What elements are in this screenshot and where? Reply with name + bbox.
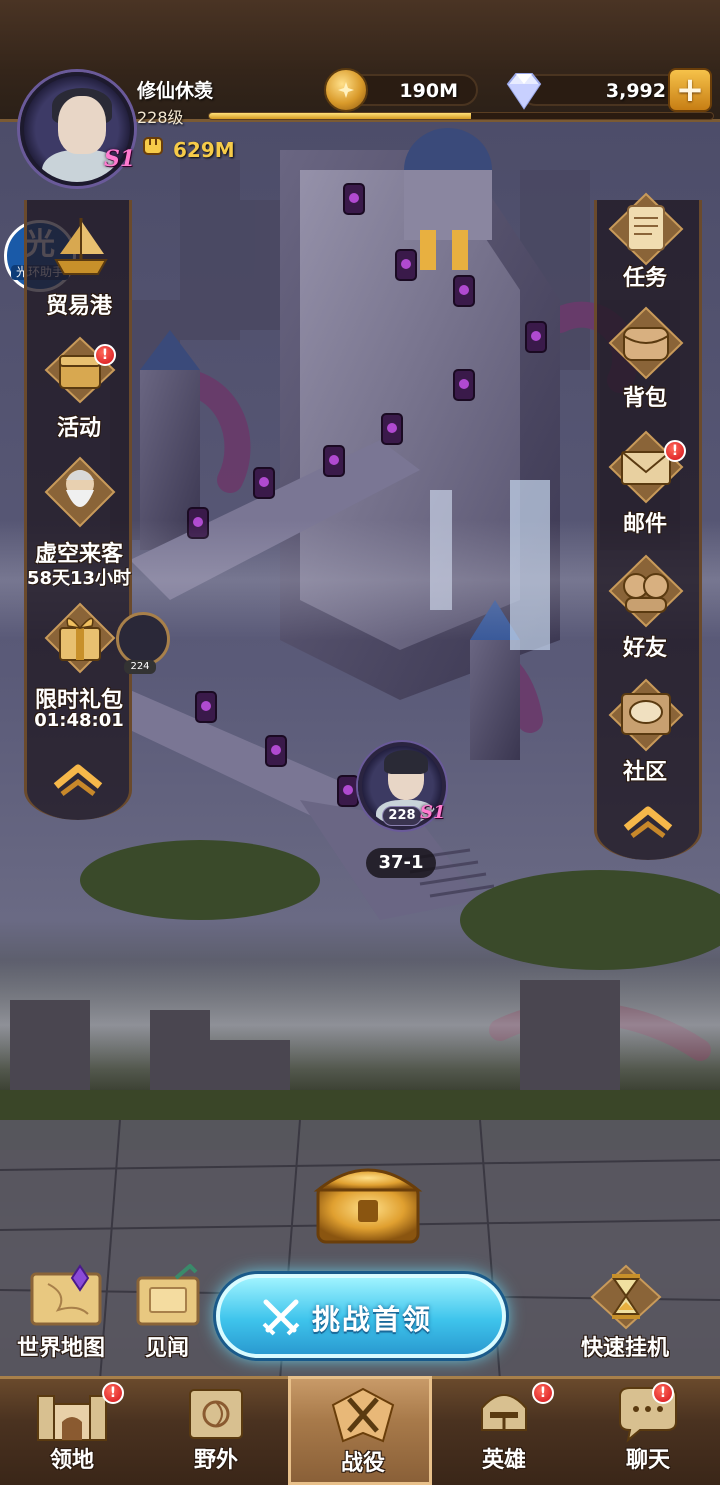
community-label: 社区	[622, 760, 667, 785]
friends-button[interactable]: 好友	[580, 554, 710, 662]
friends-label: 好友	[622, 636, 667, 661]
power-value: 629M	[173, 138, 235, 162]
nav-heroes-label: 英雄	[481, 1448, 526, 1473]
nav-heroes[interactable]: ! 英雄	[432, 1376, 576, 1485]
stage-label: 37-1	[366, 848, 436, 878]
map-scroll-icon	[189, 1389, 243, 1439]
gift-box-icon	[44, 602, 116, 674]
chat-bubble-icon	[608, 678, 684, 752]
nav-wilderness-label: 野外	[193, 1448, 238, 1473]
community-button[interactable]: 社区	[580, 678, 710, 786]
nav-chat[interactable]: ! 聊天	[576, 1376, 720, 1485]
server-badge: S1	[104, 146, 136, 172]
power-fist-icon	[143, 137, 163, 155]
friends-icon	[608, 554, 684, 628]
event-label: 活动	[56, 416, 101, 441]
world-map-icon	[30, 1264, 102, 1326]
speech-bubble-icon	[619, 1387, 677, 1443]
crossed-swords-icon	[331, 1387, 395, 1443]
nav-chat-label: 聊天	[625, 1448, 670, 1473]
quick-afk-label: 快速挂机	[580, 1336, 669, 1361]
diamond-icon	[506, 73, 542, 110]
portal-level: 224	[124, 660, 156, 674]
quests-label: 任务	[622, 266, 667, 291]
hourglass-icon	[590, 1264, 662, 1330]
void-visitor-timer: 58天13小时	[26, 568, 132, 589]
add-diamonds-button[interactable]: +	[668, 68, 712, 112]
nav-campaign-label: 战役	[340, 1451, 385, 1476]
treasure-chest-icon	[313, 1168, 423, 1244]
challenge-boss-label: 挑战首领	[312, 1303, 433, 1336]
nav-territory-label: 领地	[49, 1448, 94, 1473]
limited-gift-timer: 01:48:01	[34, 710, 124, 731]
trade-port-label: 贸易港	[45, 294, 112, 319]
trade-port-button[interactable]: 贸易港	[14, 210, 144, 320]
diamond-value: 3,992	[605, 80, 666, 102]
challenge-boss-button[interactable]: 挑战首领	[216, 1274, 506, 1358]
map-avatar-level: 228	[382, 806, 422, 826]
gold-coin-icon	[324, 68, 368, 112]
left-collapse-chevron-icon[interactable]	[48, 756, 108, 796]
xp-progress-bar	[208, 112, 714, 120]
gold-value: 190M	[399, 80, 458, 102]
elder-portrait-icon	[44, 456, 116, 528]
ship-icon	[54, 218, 108, 275]
heroes-alert-badge: !	[532, 1382, 554, 1404]
event-alert-badge: !	[94, 344, 116, 366]
nav-territory[interactable]: ! 领地	[0, 1376, 144, 1485]
bag-icon	[608, 306, 684, 380]
mail-alert-badge: !	[664, 440, 686, 462]
castle-icon	[37, 1395, 107, 1441]
chat-alert-badge: !	[652, 1382, 674, 1404]
mail-button[interactable]: ! 邮件	[580, 430, 710, 538]
event-button[interactable]: ! 活动	[14, 330, 144, 441]
mail-label: 邮件	[622, 512, 667, 537]
portal-node[interactable]	[116, 612, 170, 666]
player-name: 修仙休羡	[137, 80, 214, 102]
scroll-icon	[608, 192, 684, 266]
journal-book-icon	[136, 1264, 200, 1326]
nav-campaign[interactable]: 战役	[288, 1376, 432, 1485]
player-level: 228级	[137, 108, 184, 127]
backpack-button[interactable]: 背包	[580, 306, 710, 414]
right-collapse-chevron-icon[interactable]	[618, 798, 678, 838]
void-visitor-button[interactable]: 虚空来客 58天13小时	[14, 454, 144, 589]
map-avatar-badge: S1	[420, 802, 446, 823]
quests-button[interactable]: 任务	[580, 192, 710, 292]
backpack-label: 背包	[622, 386, 667, 411]
crossed-swords-icon	[262, 1299, 300, 1336]
world-map-label: 世界地图	[16, 1336, 105, 1361]
territory-alert-badge: !	[102, 1382, 124, 1404]
journal-label: 见闻	[144, 1336, 189, 1361]
nav-wilderness[interactable]: 野外	[144, 1376, 288, 1485]
